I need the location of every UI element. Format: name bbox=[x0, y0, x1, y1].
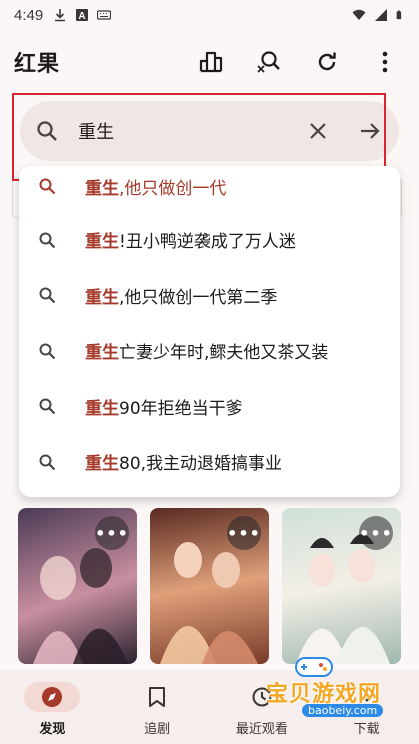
card-more-button[interactable]: ••• bbox=[359, 516, 393, 550]
refresh-button[interactable] bbox=[309, 44, 345, 80]
status-bar: 4:49 A bbox=[0, 0, 419, 30]
suggestion-match: 重生 bbox=[85, 343, 119, 364]
drama-card[interactable]: ••• bbox=[150, 508, 269, 664]
watermark: 宝贝游戏网 baobeiy.com bbox=[262, 650, 412, 722]
ranking-icon bbox=[199, 51, 223, 73]
font-notification-icon: A bbox=[76, 9, 89, 22]
suggestion-match: 重生 bbox=[85, 398, 119, 419]
search-icon bbox=[37, 285, 57, 305]
svg-text:A: A bbox=[79, 11, 86, 22]
suggestion-item[interactable]: 重生亡妻少年时,鳏夫他又茶又装 bbox=[19, 323, 400, 379]
suggestion-item[interactable]: 重生,他只做创一代第二季 bbox=[19, 268, 400, 324]
notification-icons: A bbox=[53, 8, 112, 22]
refresh-icon bbox=[318, 52, 336, 71]
suggestion-rest: 80,我主动退婚搞事业 bbox=[119, 454, 283, 475]
suggestion-item[interactable]: 重生90年拒绝当干爹 bbox=[19, 379, 400, 435]
status-time: 4:49 bbox=[14, 6, 44, 24]
ranking-button[interactable] bbox=[193, 44, 229, 80]
suggestion-match: 重生 bbox=[85, 454, 119, 475]
watermark-url: baobeiy.com bbox=[302, 704, 384, 717]
download-notification-icon bbox=[55, 9, 66, 22]
search-button[interactable] bbox=[251, 44, 287, 80]
suggestion-item[interactable]: 重生,他只做创一代 bbox=[19, 166, 400, 212]
suggestion-match: 重生 bbox=[85, 232, 119, 253]
suggestion-rest: ,他只做创一代第二季 bbox=[119, 287, 278, 308]
suggestion-match: 重生 bbox=[85, 287, 119, 308]
bookmark-icon bbox=[149, 686, 166, 707]
suggestion-item[interactable]: 重生80,我主动退婚搞事业 bbox=[19, 434, 400, 490]
search-icon bbox=[37, 341, 57, 361]
card-more-button[interactable]: ••• bbox=[95, 516, 129, 550]
suggestion-rest: 亡妻少年时,鳏夫他又茶又装 bbox=[119, 343, 329, 364]
nav-item-discover[interactable]: 发现 bbox=[0, 670, 105, 744]
app-title: 红果 bbox=[14, 52, 61, 77]
system-icons bbox=[352, 8, 405, 22]
search-icon bbox=[257, 51, 280, 73]
suggestion-rest: !丑小鸭逆袭成了万人迷 bbox=[119, 232, 296, 253]
app-bar: 红果 bbox=[0, 38, 419, 86]
more-options-button[interactable] bbox=[367, 44, 403, 80]
search-icon bbox=[37, 452, 57, 472]
search-suggestions: 重生,他只做创一代 重生!丑小鸭逆袭成了万人迷 重生,他只做创一代第二季 重生亡… bbox=[19, 166, 400, 497]
signal-icon bbox=[375, 9, 387, 21]
search-icon bbox=[37, 396, 57, 416]
battery-icon bbox=[396, 10, 402, 20]
drama-card[interactable]: ••• bbox=[18, 508, 137, 664]
nav-label-following: 追剧 bbox=[144, 721, 171, 737]
suggestion-item[interactable]: 重生!丑小鸭逆袭成了万人迷 bbox=[19, 212, 400, 268]
suggestion-match: 重生 bbox=[85, 178, 119, 199]
suggestion-rest: ,他只做创一代 bbox=[119, 178, 227, 199]
drama-card-row: ••• ••• ••• bbox=[18, 508, 402, 668]
keyboard-notification-icon bbox=[97, 10, 112, 20]
drama-card[interactable]: ••• bbox=[282, 508, 401, 664]
more-vert-icon bbox=[382, 51, 388, 73]
compass-icon bbox=[42, 686, 63, 707]
search-icon bbox=[37, 230, 57, 250]
suggestion-rest: 90年拒绝当干爹 bbox=[119, 398, 243, 419]
nav-item-following[interactable]: 追剧 bbox=[105, 670, 210, 744]
card-more-button[interactable]: ••• bbox=[227, 516, 261, 550]
nav-label-discover: 发现 bbox=[39, 721, 66, 737]
wifi-icon bbox=[352, 9, 366, 20]
search-icon bbox=[37, 176, 57, 196]
app-actions bbox=[193, 44, 403, 80]
